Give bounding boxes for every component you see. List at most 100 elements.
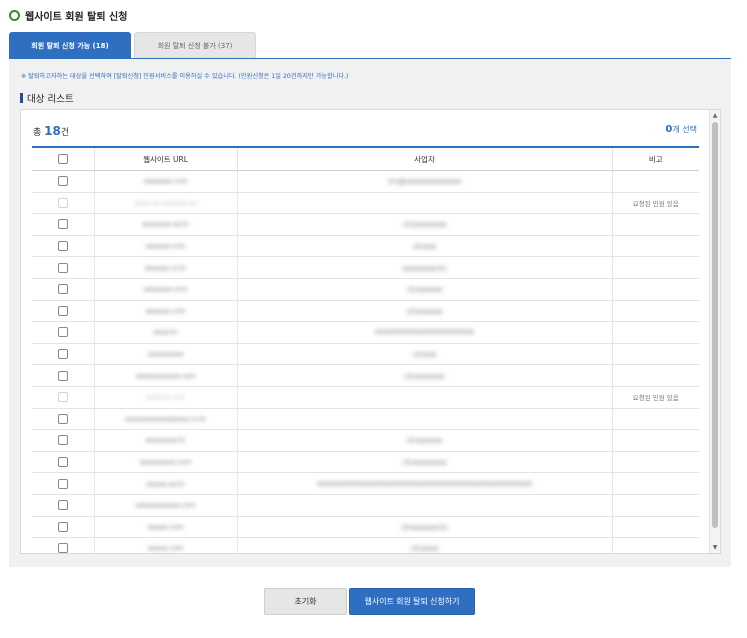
header-checkbox-cell — [32, 147, 94, 171]
row-url: aaaaaaaaa.com — [93, 451, 237, 474]
row-checkbox[interactable] — [57, 543, 68, 553]
table-row[interactable]: aaaaaa.com (주)000 — [32, 235, 699, 258]
row-checkbox-cell — [32, 494, 94, 517]
column-header-company: 사업자 — [236, 147, 612, 171]
notice-text: ※ 탈퇴하고자하는 대상을 선택하여 [탈퇴신청] 민원서비스를 이용하실 수 … — [21, 73, 349, 80]
row-note — [611, 429, 699, 452]
row-checkbox[interactable] — [57, 305, 68, 316]
row-checkbox-cell — [32, 235, 94, 258]
row-company: (주)000000(주) — [236, 516, 612, 539]
row-company: 000000000000000000000000 — [236, 321, 612, 344]
url-text: aaaaaa.com — [145, 242, 186, 251]
row-checkbox-cell — [32, 451, 94, 474]
row-url: aaaaaaaaaaaaaaaa.co.kr — [93, 408, 237, 431]
table-row[interactable]: aaaaaaaaa.com (주)00000000 — [32, 451, 699, 474]
row-checkbox[interactable] — [57, 219, 68, 230]
row-checkbox[interactable] — [57, 370, 68, 381]
url-text: aaaaaaaaa — [147, 350, 184, 359]
table-header-row: 웹사이트 URL 사업자 비고 — [32, 147, 699, 171]
reset-button[interactable]: 초기화 — [264, 588, 347, 615]
row-checkbox[interactable] — [57, 176, 68, 187]
table-row[interactable]: aaaa.kr 000000000000000000000000 — [32, 321, 699, 344]
row-checkbox-cell — [32, 364, 94, 387]
table-row[interactable]: aaaaaa.com 요청된 민원 있음 — [32, 386, 699, 409]
row-url: aaaa.aa.aaaaaa.aa — [93, 192, 237, 215]
table-row[interactable]: aaaaaaaa.kr (주)000000 — [32, 429, 699, 452]
url-text: aaaaaaaaaaaaaaaa.co.kr — [124, 414, 207, 423]
row-note — [611, 213, 699, 236]
company-text: (주)000000 — [406, 286, 443, 295]
url-text: aaaa.kr — [153, 328, 178, 337]
url-text: aaaaaaa.com — [143, 177, 188, 186]
row-checkbox[interactable] — [57, 478, 68, 489]
table-body: aaaaaaa.com 주식회사000000000000 aaaa.aa.aaaaa… — [32, 170, 699, 553]
row-note — [611, 300, 699, 323]
url-text: aaaaa.com — [147, 522, 184, 531]
table-row[interactable]: aaaaaaa.com 주식회사000000000000 — [32, 170, 699, 193]
submit-withdrawal-button[interactable]: 웹사이트 회원 탈퇴 신청하기 — [349, 588, 475, 615]
list-heading-text: 대상 리스트 — [27, 94, 74, 105]
row-note — [611, 256, 699, 279]
row-company: (주)000000 — [236, 300, 612, 323]
table-row[interactable]: aaaaa.com (주)000000(주) — [32, 516, 699, 539]
row-note — [611, 364, 699, 387]
table-row[interactable]: aaaaaaa.aa.kr (주)00000000 — [32, 213, 699, 236]
company-text: 000000000000000000000000 — [374, 328, 475, 337]
row-url: aaaaaaaaaaa.com — [93, 364, 237, 387]
table-row[interactable]: aaaaaaaaaaaaaaaa.co.kr — [32, 408, 699, 431]
row-checkbox[interactable] — [57, 349, 68, 360]
total-count: 총 18건 — [33, 124, 69, 138]
row-url: aaaaaaaaaaa.com — [93, 494, 237, 517]
tab-withdrawal-available[interactable]: 회원 탈퇴 신청 가능 (18) — [9, 32, 131, 59]
row-url: aaaaaaaa.kr — [93, 429, 237, 452]
scroll-up-arrow-icon[interactable]: ▲ — [710, 111, 720, 120]
row-company: 0000000000000000000000000000000000000000… — [236, 472, 612, 495]
row-checkbox[interactable] — [57, 327, 68, 338]
row-checkbox-cell — [32, 516, 94, 539]
row-url: aaaaaaa.com — [93, 170, 237, 193]
table-row[interactable]: aaaaaa.com (주)000000 — [32, 300, 699, 323]
row-checkbox[interactable] — [57, 521, 68, 532]
row-checkbox[interactable] — [57, 284, 68, 295]
row-checkbox[interactable] — [57, 435, 68, 446]
row-company — [236, 192, 612, 215]
table-row[interactable]: aaaaa.aa.kr 00000000000000000000000000000… — [32, 472, 699, 495]
row-checkbox-cell — [32, 321, 94, 344]
scroll-thumb[interactable] — [712, 122, 718, 528]
url-text: aaaaaaa.aa.kr — [142, 220, 189, 229]
row-company — [236, 408, 612, 431]
row-url: aaaaaaaaa — [93, 343, 237, 366]
total-prefix: 총 — [33, 128, 42, 138]
tab-withdrawal-unavailable[interactable]: 회원 탈퇴 신청 불가 (37) — [134, 32, 256, 59]
row-company — [236, 494, 612, 517]
vertical-scrollbar[interactable]: ▲ ▼ — [709, 110, 720, 553]
url-text: aaaa.aa.aaaaaa.aa — [134, 198, 197, 207]
row-checkbox[interactable] — [57, 457, 68, 468]
row-url: aaaaaaa.com — [93, 278, 237, 301]
table-row[interactable]: aaaaaaaaaaa.com — [32, 494, 699, 517]
scroll-down-arrow-icon[interactable]: ▼ — [710, 543, 720, 552]
row-checkbox[interactable] — [57, 500, 68, 511]
heading-bar — [20, 93, 23, 103]
row-checkbox-cell — [32, 170, 94, 193]
company-text: (주)000 — [412, 351, 437, 360]
row-note: 요청된 민원 있음 — [611, 192, 699, 215]
row-checkbox-cell — [32, 213, 94, 236]
row-url: aaaaaa.com — [93, 300, 237, 323]
table-row[interactable]: aaaaaaaaa (주)000 — [32, 343, 699, 366]
row-company: (주)00000000 — [236, 451, 612, 474]
row-url: aaaaa.com — [93, 537, 237, 553]
total-number: 18 — [44, 124, 61, 138]
row-note: 요청된 민원 있음 — [611, 386, 699, 409]
table-row[interactable]: aaaaaaaaaaa.com (주)0000000 — [32, 364, 699, 387]
select-all-checkbox[interactable] — [57, 154, 68, 164]
row-checkbox-cell — [32, 408, 94, 431]
row-checkbox[interactable] — [57, 241, 68, 252]
row-checkbox[interactable] — [57, 413, 68, 424]
row-checkbox-cell — [32, 472, 94, 495]
table-row[interactable]: aaaa.aa.aaaaaa.aa 요청된 민원 있음 — [32, 192, 699, 215]
table-row[interactable]: aaaaaaa.com (주)000000 — [32, 278, 699, 301]
row-checkbox[interactable] — [57, 262, 68, 273]
table-row[interactable]: aaaaaa.co.kr 00000000(주) — [32, 256, 699, 279]
table-row[interactable]: aaaaa.com (주)0000 — [32, 537, 699, 553]
